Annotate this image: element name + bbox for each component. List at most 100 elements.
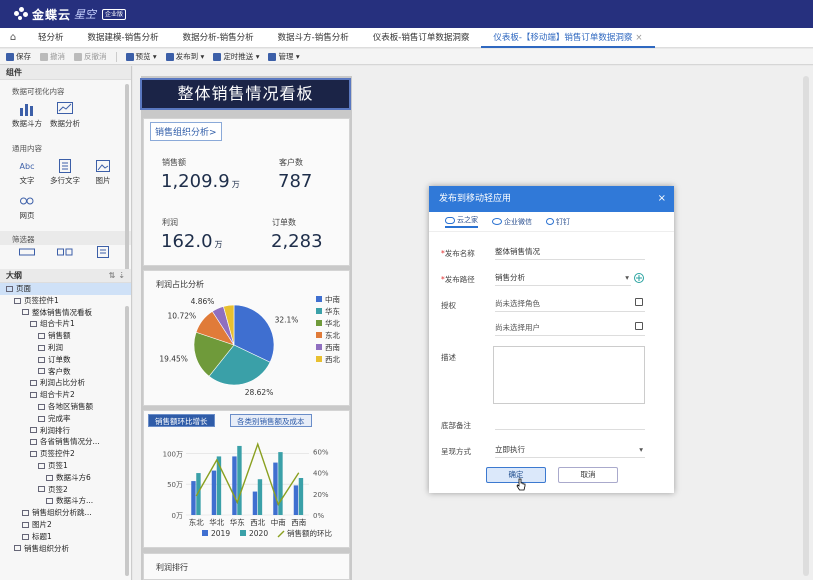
y-tick-right: 0% (313, 512, 324, 520)
tab-data-modeling[interactable]: 数据建模-销售分析 (76, 28, 171, 48)
x-tick-label: 西北 (250, 518, 265, 527)
outline-node[interactable]: 组合卡片2 (0, 389, 131, 401)
toolbar: 保存 撤消 反撤消 预览 ▾ 发布到 ▾ 定时推送 ▾ 管理 ▾ (0, 49, 813, 65)
save-icon (6, 52, 14, 61)
bar (293, 485, 299, 515)
component-text[interactable]: Abc 文字 (8, 155, 46, 186)
outline-node[interactable]: 客户数 (0, 366, 131, 378)
schedule-push-button[interactable]: 定时推送 ▾ (213, 51, 259, 62)
add-folder-icon[interactable] (633, 272, 645, 284)
outline-node[interactable]: 图片2 (0, 519, 131, 531)
pie-card[interactable]: 利润占比分析 32.1% 28.62% 19.45% 10.72% 4.86% 中南 华东华… (143, 270, 350, 406)
profit-rank-card[interactable]: 利润排行 (143, 553, 350, 580)
bar (191, 481, 196, 515)
canvas-scrollbar[interactable] (803, 76, 809, 576)
outline-node[interactable]: 页签控件1 (0, 295, 131, 307)
outline-node[interactable]: 销售组织分析 (0, 543, 131, 555)
bar-card[interactable]: 销售额环比增长 各类别销售额及成本 100万 50万 0万 60% 40% 20% 0% 东北… (143, 410, 350, 548)
user-picker-icon[interactable] (635, 322, 643, 330)
mode-select[interactable]: 立即执行 ▾ (495, 444, 645, 458)
preview-button[interactable]: 预览 ▾ (125, 51, 157, 62)
legend-label: 2019 (211, 529, 230, 538)
brand-logo-icon (14, 7, 28, 21)
tab-mobile-dashboard[interactable]: 仪表板-【移动端】销售订单数据洞察 × (481, 28, 655, 48)
outline-node[interactable]: 页签1 (0, 460, 131, 472)
legend-swatch (316, 320, 322, 326)
redo-button[interactable]: 反撤消 (74, 51, 107, 62)
save-button[interactable]: 保存 (6, 51, 31, 62)
role-picker-icon[interactable] (635, 298, 643, 306)
folder-icon (38, 344, 45, 351)
outline-node[interactable]: 数据斗方6 (0, 472, 131, 484)
home-icon[interactable]: ⌂ (0, 32, 26, 43)
kpi-label-orders: 订单数 (272, 218, 296, 227)
filter-component-2[interactable] (46, 246, 84, 258)
section-general: 通用内容 (12, 144, 42, 153)
tab-yunzhijia[interactable]: 云之家 (445, 215, 478, 228)
outline-node[interactable]: 整体销售情况看板 (0, 307, 131, 319)
component-multiline-text[interactable]: 多行文字 (46, 155, 84, 186)
publish-mobile-dialog: 发布到移动轻应用 × 云之家 企业微信 钉钉 *发布名称 整体销售情况 *发布路… (429, 186, 674, 493)
publish-name-input[interactable]: 整体销售情况 (495, 246, 645, 260)
tab-dashboard[interactable]: 仪表板-销售订单数据洞察 (361, 28, 482, 48)
publish-path-select[interactable]: 销售分析 ▾ (495, 272, 631, 286)
outline-node[interactable]: 各省销售情况分... (0, 436, 131, 448)
user-select[interactable]: 尚未选择用户 (495, 322, 645, 336)
outline-node[interactable]: 标题1 (0, 531, 131, 543)
tab-close-icon[interactable]: × (635, 33, 642, 43)
y-tick-left: 0万 (172, 512, 183, 520)
kpi-card[interactable]: 销售组织分析> 销售额 1,209.9 万 客户数 787 利润 162.0 万 订… (143, 118, 350, 266)
dashboard-title[interactable]: 整体销售情况看板 (140, 78, 351, 110)
component-data-analysis[interactable]: 数据分析 (46, 98, 84, 129)
component-data-cube[interactable]: 数据斗方 (8, 98, 46, 129)
y-tick-right: 60% (313, 449, 329, 457)
component-image[interactable]: 图片 (84, 155, 122, 186)
outline-scrollbar[interactable] (125, 306, 129, 576)
pie-value-label: 19.45% (159, 355, 188, 364)
name-label: *发布名称 (441, 249, 475, 258)
component-webpage[interactable]: 网页 (8, 190, 46, 221)
filter-component-3[interactable] (84, 244, 122, 260)
filter-list-icon (97, 246, 109, 258)
outline-node[interactable]: 各地区销售额 (0, 401, 131, 413)
close-icon[interactable]: × (658, 186, 666, 212)
outline-header: 大纲 ⇅ ⇣ (0, 269, 131, 283)
components-scrollbar[interactable] (125, 84, 129, 274)
footer-note-input[interactable] (495, 416, 645, 430)
manage-button[interactable]: 管理 ▾ (268, 51, 300, 62)
folder-icon (46, 474, 53, 481)
outline-node[interactable]: 利润占比分析 (0, 377, 131, 389)
outline-node[interactable]: 组合卡片1 (0, 318, 131, 330)
cancel-button[interactable]: 取消 (558, 467, 618, 483)
filter-component-1[interactable] (8, 246, 46, 258)
tab-light-analysis[interactable]: 轻分析 (26, 28, 76, 48)
kpi-label-profit: 利润 (162, 218, 178, 227)
tab-wecom[interactable]: 企业微信 (492, 217, 532, 227)
tab-dingtalk[interactable]: 钉钉 (546, 217, 570, 227)
description-textarea[interactable] (493, 346, 645, 404)
publish-button[interactable]: 发布到 ▾ (165, 51, 204, 62)
kpi-label-sales: 销售额 (162, 158, 186, 167)
line-chart-icon (57, 102, 73, 114)
outline-node[interactable]: 完成率 (0, 413, 131, 425)
outline-node[interactable]: 数据斗方... (0, 495, 131, 507)
section-viz: 数据可视化内容 (12, 87, 65, 96)
outline-node[interactable]: 页面 (0, 283, 131, 295)
x-tick-label: 华北 (209, 517, 224, 527)
outline-tools-icon[interactable]: ⇅ ⇣ (109, 269, 125, 283)
folder-icon (14, 297, 21, 304)
org-analysis-button[interactable]: 销售组织分析> (150, 122, 222, 141)
y-tick-right: 20% (313, 491, 329, 499)
hand-cursor-icon (516, 478, 526, 491)
tab-data-cube[interactable]: 数据斗方-销售分析 (266, 28, 361, 48)
role-select[interactable]: 尚未选择角色 (495, 298, 645, 312)
outline-node[interactable]: 利润排行 (0, 425, 131, 437)
outline-node[interactable]: 销售额 (0, 330, 131, 342)
undo-button[interactable]: 撤消 (40, 51, 65, 62)
outline-node[interactable]: 页签控件2 (0, 448, 131, 460)
outline-node[interactable]: 订单数 (0, 354, 131, 366)
outline-node[interactable]: 页签2 (0, 484, 131, 496)
outline-node[interactable]: 销售组织分析跳... (0, 507, 131, 519)
tab-data-analysis[interactable]: 数据分析-销售分析 (171, 28, 266, 48)
outline-node[interactable]: 利润 (0, 342, 131, 354)
